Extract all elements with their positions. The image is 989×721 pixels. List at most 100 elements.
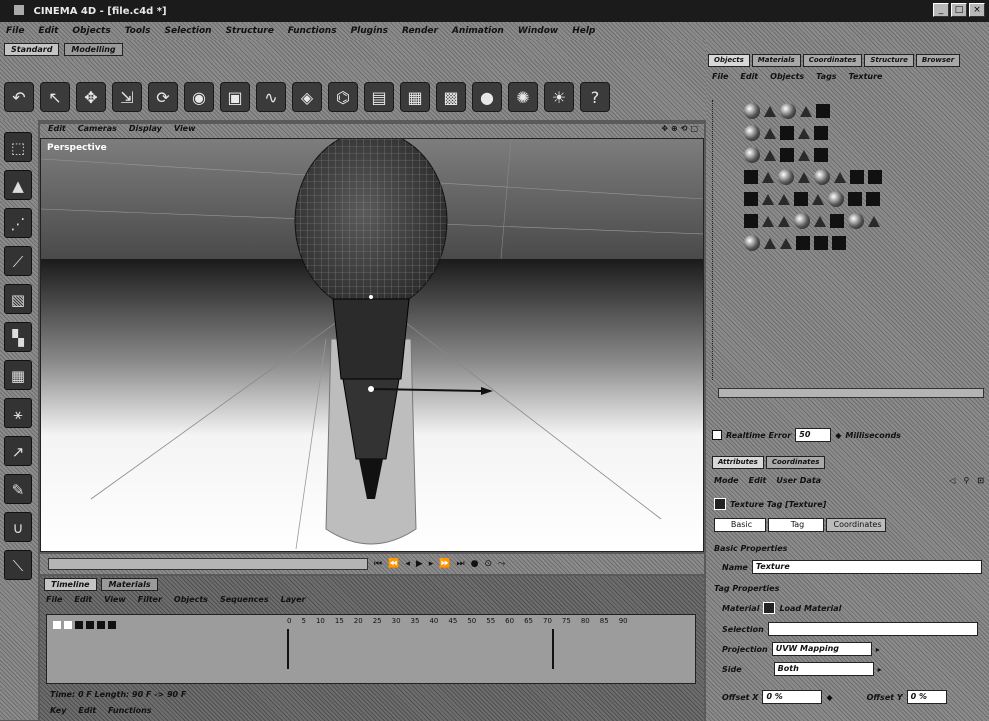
tab-coordinates-am[interactable]: Coordinates	[765, 456, 826, 469]
nurbs-icon[interactable]: ◈	[292, 82, 322, 112]
offset-x-stepper-icon[interactable]: ◆	[826, 693, 832, 702]
knife-icon[interactable]: ⟍	[4, 550, 32, 580]
menu-animation[interactable]: Animation	[452, 26, 504, 40]
viewport-menu-cameras[interactable]: Cameras	[78, 124, 117, 138]
offset-y-field[interactable]: 0 %	[906, 690, 947, 704]
object-row[interactable]	[744, 210, 984, 232]
timeline-bottom-edit[interactable]: Edit	[78, 706, 96, 715]
object-row[interactable]	[744, 232, 984, 254]
timeline-menu-sequences[interactable]: Sequences	[220, 595, 269, 604]
bone-icon[interactable]: ↗	[4, 436, 32, 466]
timeline-menu-objects[interactable]: Objects	[174, 595, 208, 604]
polygons-mode-icon[interactable]: ▧	[4, 284, 32, 314]
material-icon[interactable]: ●	[472, 82, 502, 112]
time-slider[interactable]	[48, 558, 368, 570]
timeline-menu-edit[interactable]: Edit	[74, 595, 92, 604]
om-menu-texture[interactable]: Texture	[849, 72, 883, 81]
subtab-basic[interactable]: Basic	[714, 518, 766, 532]
points-mode-icon[interactable]: ⋰	[4, 208, 32, 238]
search-icon[interactable]: ⚲	[963, 476, 969, 485]
timeline-bottom-functions[interactable]: Functions	[108, 706, 151, 715]
object-row[interactable]	[744, 166, 984, 188]
auto-key-icon[interactable]: ⊙	[485, 559, 493, 569]
timeline-key-start[interactable]	[287, 629, 289, 669]
tab-standard[interactable]: Standard	[4, 43, 60, 56]
timeline-menu-view[interactable]: View	[104, 595, 126, 604]
perspective-viewport[interactable]: Perspective	[40, 138, 704, 552]
menu-tools[interactable]: Tools	[125, 26, 151, 40]
projection-dropdown-icon[interactable]: ▸	[876, 645, 880, 654]
object-list[interactable]	[744, 100, 984, 254]
am-menu-mode[interactable]: Mode	[714, 476, 739, 485]
subtab-coordinates[interactable]: Coordinates	[826, 518, 886, 532]
side-dropdown-icon[interactable]: ▸	[878, 665, 882, 674]
object-scrollbar[interactable]	[718, 388, 984, 398]
om-menu-file[interactable]: File	[712, 72, 728, 81]
menu-objects[interactable]: Objects	[72, 26, 110, 40]
cube-icon[interactable]: ▣	[220, 82, 250, 112]
timeline-menu-file[interactable]: File	[46, 595, 62, 604]
menu-functions[interactable]: Functions	[288, 26, 337, 40]
next-key-icon[interactable]: ⏩	[439, 559, 450, 569]
name-field[interactable]: Texture	[751, 560, 982, 574]
object-row[interactable]	[744, 144, 984, 166]
offset-x-field[interactable]: 0 %	[762, 690, 823, 704]
back-arrow-icon[interactable]: ◁	[949, 476, 955, 485]
am-menu-edit[interactable]: Edit	[749, 476, 767, 485]
menu-plugins[interactable]: Plugins	[351, 26, 388, 40]
viewport-menu-edit[interactable]: Edit	[48, 124, 66, 138]
menu-selection[interactable]: Selection	[164, 26, 211, 40]
rotate-icon[interactable]: ⟳	[148, 82, 178, 112]
first-frame-icon[interactable]: ⏮	[374, 559, 382, 569]
pointer-icon[interactable]: ↖	[40, 82, 70, 112]
record-icon[interactable]: ●	[471, 559, 479, 569]
scale-icon[interactable]: ⇲	[112, 82, 142, 112]
menu-file[interactable]: File	[6, 26, 24, 40]
timeline-bottom-key[interactable]: Key	[50, 706, 66, 715]
rotate-view-icon[interactable]: ⟲	[681, 124, 688, 138]
timeline-current-frame[interactable]	[552, 629, 554, 669]
paint-icon[interactable]: ✎	[4, 474, 32, 504]
maximize-button[interactable]: □	[951, 3, 967, 17]
maximize-view-icon[interactable]: □	[690, 124, 698, 138]
material-swatch-icon[interactable]	[763, 602, 776, 614]
move-icon[interactable]: ✥	[76, 82, 106, 112]
use-object-icon[interactable]: ▲	[4, 170, 32, 200]
tab-coordinates[interactable]: Coordinates	[802, 54, 863, 67]
camera-icon[interactable]: ◉	[184, 82, 214, 112]
texture-mode-icon[interactable]: ▚	[4, 322, 32, 352]
next-frame-icon[interactable]: ▸	[429, 559, 434, 569]
om-menu-tags[interactable]: Tags	[816, 72, 836, 81]
am-menu-user-data[interactable]: User Data	[776, 476, 821, 485]
play-icon[interactable]: ▶	[416, 559, 423, 569]
help-icon[interactable]: ?	[580, 82, 610, 112]
om-menu-objects[interactable]: Objects	[770, 72, 804, 81]
timeline-menu-filter[interactable]: Filter	[138, 595, 162, 604]
material-value[interactable]: Load Material	[779, 604, 841, 613]
last-frame-icon[interactable]: ⏭	[457, 559, 465, 569]
object-row[interactable]	[744, 122, 984, 144]
prev-frame-icon[interactable]: ◂	[405, 559, 410, 569]
object-row[interactable]	[744, 188, 984, 210]
tab-attributes[interactable]: Attributes	[712, 456, 764, 469]
realtime-stepper-icon[interactable]: ◆	[835, 431, 841, 440]
timeline-menu-layer[interactable]: Layer	[281, 595, 306, 604]
spline-icon[interactable]: ∿	[256, 82, 286, 112]
menu-window[interactable]: Window	[518, 26, 558, 40]
tab-objects[interactable]: Objects	[708, 54, 750, 67]
move-view-icon[interactable]: ✥	[661, 124, 668, 138]
menu-render[interactable]: Render	[402, 26, 438, 40]
checker-icon[interactable]: ▦	[4, 360, 32, 390]
zoom-view-icon[interactable]: ⊕	[671, 124, 678, 138]
prev-key-icon[interactable]: ⏪	[388, 559, 399, 569]
bulb-icon[interactable]: ☀	[544, 82, 574, 112]
light-icon[interactable]: ✺	[508, 82, 538, 112]
tab-structure[interactable]: Structure	[864, 54, 914, 67]
projection-select[interactable]: UVW Mapping	[771, 642, 872, 656]
tab-materials-om[interactable]: Materials	[751, 54, 801, 67]
render-icon[interactable]: ▦	[400, 82, 430, 112]
om-menu-edit[interactable]: Edit	[740, 72, 758, 81]
subtab-tag[interactable]: Tag	[768, 518, 824, 532]
render-view-icon[interactable]: ▩	[436, 82, 466, 112]
selection-field[interactable]	[767, 622, 978, 636]
